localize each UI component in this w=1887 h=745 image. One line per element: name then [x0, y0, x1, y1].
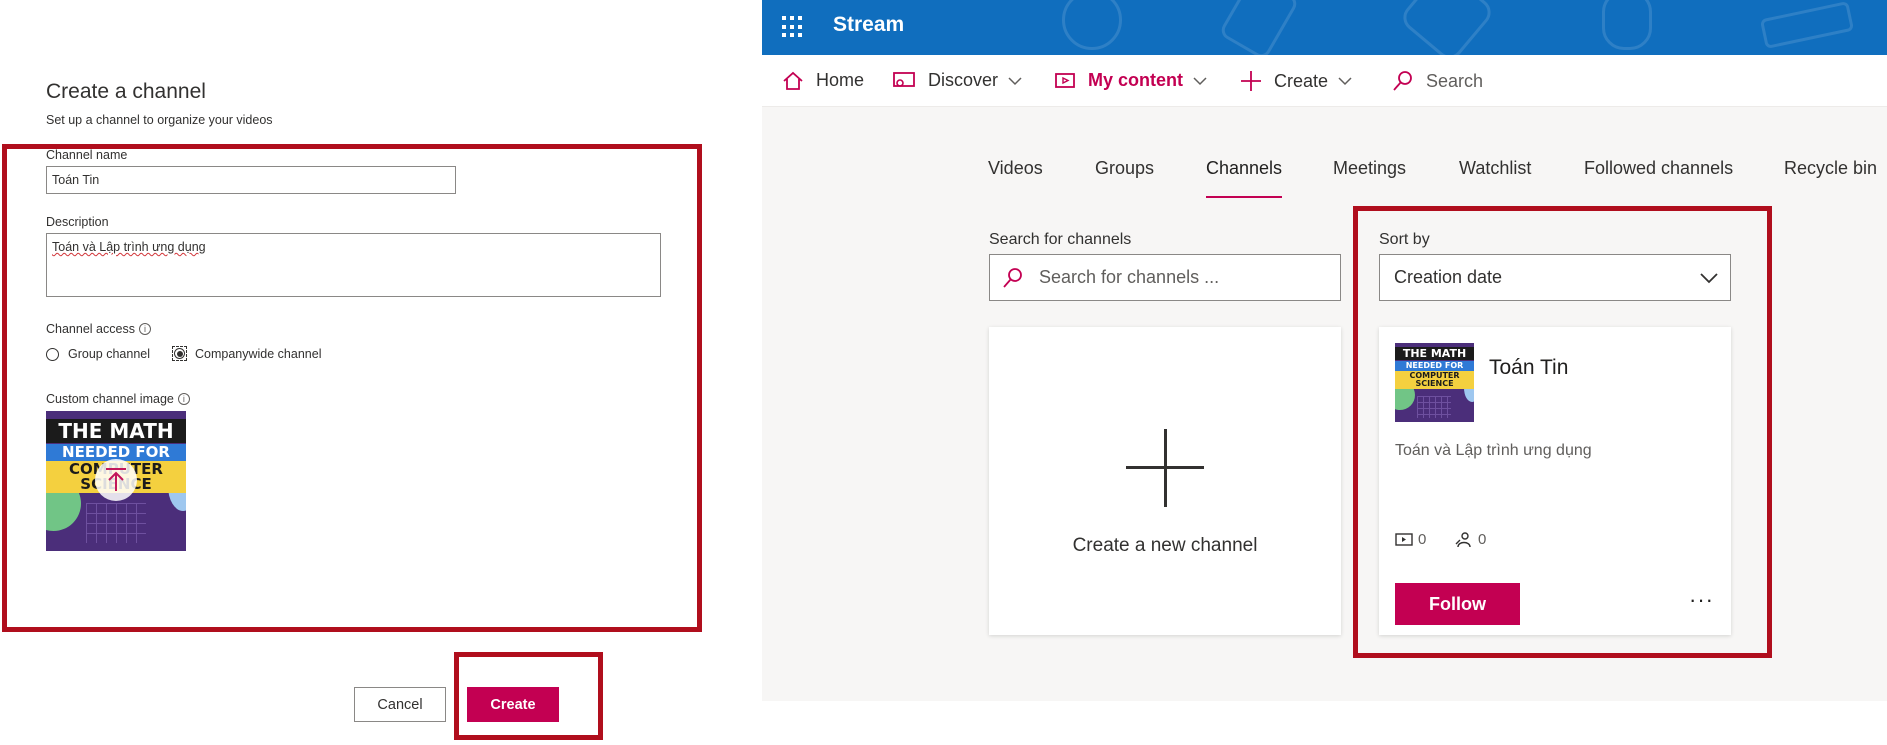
- nav-search[interactable]: Search: [1392, 70, 1483, 92]
- chevron-down-icon: [1008, 76, 1022, 85]
- highlight-form: [2, 144, 702, 632]
- my-content-icon: [1055, 72, 1075, 88]
- decor-shape: [1397, 0, 1497, 55]
- active-tab-indicator: [1206, 196, 1282, 198]
- nav-discover[interactable]: Discover: [892, 70, 1022, 91]
- cancel-button[interactable]: Cancel: [354, 687, 446, 722]
- nav-my-content-label: My content: [1088, 70, 1184, 90]
- nav-my-content[interactable]: My content: [1054, 70, 1207, 91]
- tab-groups[interactable]: Groups: [1095, 158, 1154, 179]
- decor-shape: [1759, 0, 1855, 50]
- decor-shape: [1062, 0, 1122, 50]
- nav-bar: Home Discover My content Create Search: [762, 55, 1887, 107]
- nav-create-label: Create: [1274, 70, 1329, 91]
- search-icon: [1393, 71, 1412, 91]
- tab-recycle-bin[interactable]: Recycle bin: [1784, 158, 1877, 179]
- discover-icon: [893, 71, 915, 87]
- tab-videos[interactable]: Videos: [988, 158, 1043, 179]
- nav-discover-label: Discover: [928, 70, 999, 90]
- tab-meetings[interactable]: Meetings: [1333, 158, 1406, 179]
- nav-create[interactable]: Create: [1240, 70, 1352, 92]
- home-icon: [783, 71, 803, 90]
- decor-shape: [1602, 0, 1652, 50]
- search-channels-label: Search for channels: [989, 231, 1132, 248]
- nav-search-label: Search: [1426, 70, 1484, 91]
- dialog-title: Create a channel: [46, 80, 206, 103]
- tab-channels[interactable]: Channels: [1206, 158, 1282, 179]
- create-new-channel-card[interactable]: Create a new channel: [989, 327, 1341, 635]
- tab-watchlist[interactable]: Watchlist: [1459, 158, 1531, 179]
- top-bar: Stream: [762, 0, 1887, 55]
- nav-home[interactable]: Home: [782, 70, 864, 91]
- app-name[interactable]: Stream: [833, 13, 904, 37]
- chevron-down-icon: [1338, 77, 1352, 86]
- decor-shape: [1218, 0, 1300, 55]
- app-launcher-icon[interactable]: [782, 16, 804, 38]
- create-channel-dialog: Create a channel Set up a channel to org…: [0, 0, 760, 745]
- search-placeholder: Search for channels ...: [1039, 267, 1220, 287]
- tab-followed-channels[interactable]: Followed channels: [1584, 158, 1733, 179]
- create-new-channel-label: Create a new channel: [1072, 535, 1258, 556]
- dialog-subtitle: Set up a channel to organize your videos: [46, 113, 273, 127]
- plus-icon: [1241, 71, 1261, 91]
- nav-home-label: Home: [816, 70, 865, 90]
- highlight-channel-card: [1353, 206, 1772, 658]
- highlight-create-button: [454, 652, 603, 740]
- chevron-down-icon: [1193, 76, 1207, 85]
- search-channels-input[interactable]: Search for channels ...: [989, 254, 1341, 301]
- plus-icon: [1126, 429, 1204, 507]
- search-icon: [1003, 267, 1022, 288]
